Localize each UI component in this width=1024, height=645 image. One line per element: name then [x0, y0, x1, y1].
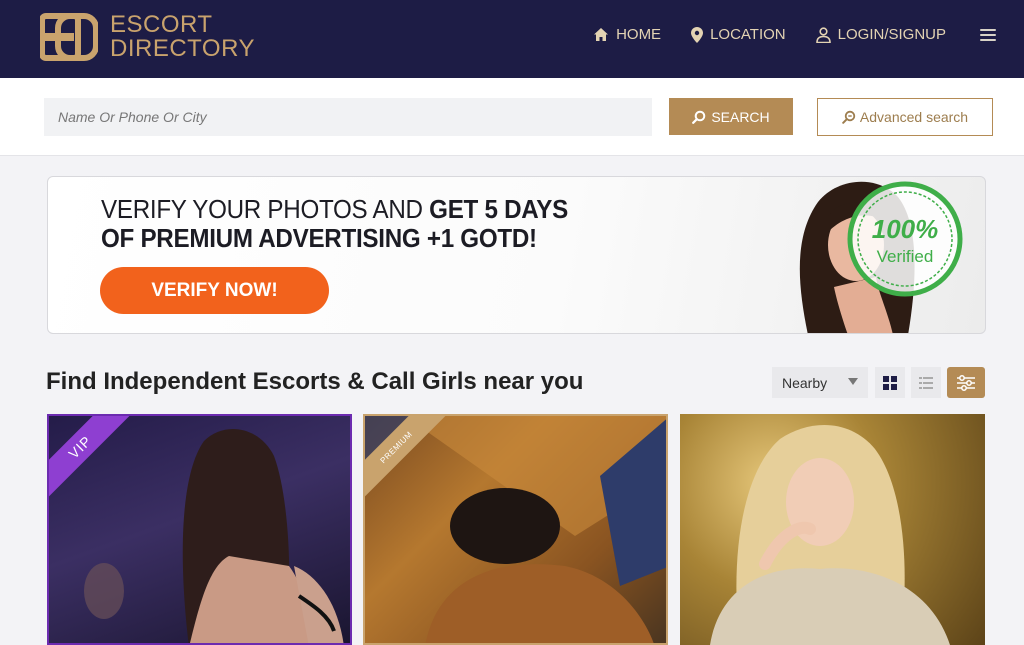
list-view-icon: [919, 376, 933, 389]
logo-line1: ESCORT: [110, 11, 213, 38]
nav-login-label: LOGIN/SIGNUP: [837, 26, 946, 43]
home-icon: [594, 28, 609, 41]
search-bar: SEARCH Advanced search: [0, 78, 1024, 156]
profile-card[interactable]: [680, 414, 985, 645]
site-header: ESCORT DIRECTORY HOME LOCATION LOGIN/SIG…: [0, 0, 1024, 78]
list-view-button[interactable]: [911, 367, 941, 398]
banner-line1-bold: GET 5 DAYS: [429, 194, 568, 224]
profile-photo: [710, 425, 950, 645]
advanced-search-icon: [842, 110, 856, 124]
user-icon: [815, 26, 831, 43]
verified-seal-icon: 100% Verified: [847, 181, 963, 297]
nav-home-label: HOME: [616, 26, 662, 43]
grid-view-button[interactable]: [875, 367, 905, 398]
banner-headline-line2: OF PREMIUM ADVERTISING +1 GOTD!: [101, 223, 537, 253]
nav-location[interactable]: LOCATION: [691, 26, 786, 43]
verify-promo-banner[interactable]: VERIFY YOUR PHOTOS AND GET 5 DAYS OF PRE…: [47, 176, 986, 334]
logo-text: ESCORT DIRECTORY: [110, 13, 255, 61]
nav-login-signup[interactable]: LOGIN/SIGNUP: [815, 26, 946, 43]
site-logo[interactable]: ESCORT DIRECTORY: [40, 12, 255, 62]
sort-select-value: Nearby: [782, 374, 828, 391]
filter-button[interactable]: [947, 367, 985, 398]
verify-now-button[interactable]: VERIFY NOW!: [100, 267, 329, 314]
profile-card[interactable]: VIP: [47, 414, 352, 645]
sort-select[interactable]: Nearby: [772, 367, 868, 398]
chevron-down-icon: [848, 378, 858, 385]
listing-title: Find Independent Escorts & Call Girls ne…: [46, 368, 584, 395]
location-pin-icon: [691, 26, 704, 43]
logo-line2: DIRECTORY: [110, 35, 255, 62]
filter-sliders-icon: [957, 374, 975, 391]
search-button[interactable]: SEARCH: [669, 98, 793, 135]
nav-location-label: LOCATION: [710, 26, 786, 43]
main-nav: HOME LOCATION LOGIN/SIGNUP: [563, 26, 996, 43]
logo-mark-icon: [40, 13, 98, 61]
search-button-label: SEARCH: [711, 108, 770, 125]
seal-percent: 100%: [872, 214, 939, 244]
seal-verified-text: Verified: [877, 247, 934, 266]
profile-card[interactable]: PREMIUM: [363, 414, 668, 645]
grid-view-icon: [883, 375, 897, 390]
banner-headline-line1: VERIFY YOUR PHOTOS AND GET 5 DAYS: [101, 194, 568, 225]
nav-home[interactable]: HOME: [593, 26, 661, 43]
banner-line1-regular: VERIFY YOUR PHOTOS AND: [101, 194, 430, 224]
search-icon: [692, 110, 706, 124]
hamburger-menu-icon[interactable]: [980, 28, 996, 41]
advanced-search-label: Advanced search: [859, 109, 969, 125]
search-input[interactable]: [44, 98, 652, 136]
advanced-search-button[interactable]: Advanced search: [817, 98, 993, 136]
